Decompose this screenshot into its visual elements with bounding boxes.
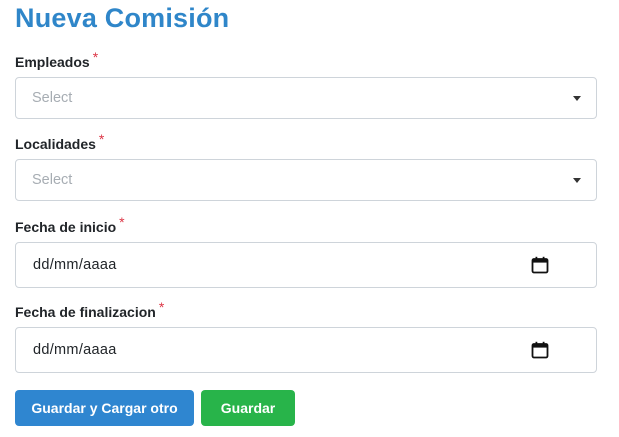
fecha-inicio-label: Fecha de inicio * bbox=[15, 214, 125, 235]
new-commission-form: Nueva Comisión Empleados * Select Localid… bbox=[0, 0, 619, 437]
empleados-label-text: Empleados bbox=[15, 54, 90, 70]
save-and-new-button[interactable]: Guardar y Cargar otro bbox=[15, 390, 194, 426]
required-marker: * bbox=[92, 49, 99, 65]
localidades-label: Localidades * bbox=[15, 131, 104, 152]
fecha-fin-label: Fecha de finalizacion * bbox=[15, 299, 164, 320]
save-button[interactable]: Guardar bbox=[201, 390, 295, 426]
page-title: Nueva Comisión bbox=[15, 3, 230, 33]
fecha-inicio-value: dd/mm/aaaa bbox=[33, 257, 117, 273]
fecha-fin-label-text: Fecha de finalizacion bbox=[15, 304, 156, 320]
fecha-fin-value: dd/mm/aaaa bbox=[33, 342, 117, 358]
localidades-select[interactable]: Select bbox=[15, 159, 597, 201]
required-marker: * bbox=[98, 131, 105, 147]
fecha-inicio-input[interactable]: dd/mm/aaaa bbox=[15, 242, 597, 288]
localidades-select-placeholder: Select bbox=[32, 172, 73, 188]
fecha-fin-input[interactable]: dd/mm/aaaa bbox=[15, 327, 597, 373]
caret-down-icon bbox=[573, 178, 581, 183]
localidades-label-text: Localidades bbox=[15, 136, 96, 152]
empleados-select[interactable]: Select bbox=[15, 77, 597, 119]
calendar-icon[interactable] bbox=[531, 341, 549, 359]
required-marker: * bbox=[119, 214, 125, 230]
empleados-label: Empleados * bbox=[15, 49, 98, 70]
calendar-icon[interactable] bbox=[531, 256, 549, 274]
empleados-select-placeholder: Select bbox=[32, 90, 73, 106]
caret-down-icon bbox=[573, 96, 581, 101]
fecha-inicio-label-text: Fecha de inicio bbox=[15, 219, 117, 235]
required-marker: * bbox=[158, 299, 165, 315]
